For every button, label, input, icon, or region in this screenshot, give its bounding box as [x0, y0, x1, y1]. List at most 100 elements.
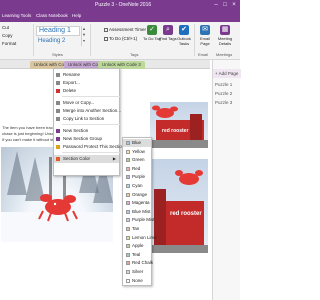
menu-item-move-copy[interactable]: Move or Copy...	[54, 99, 119, 107]
format-painter-button[interactable]: Format	[2, 40, 16, 48]
color-option-label: Cyan	[132, 183, 143, 188]
color-option[interactable]: None	[123, 277, 151, 285]
color-swatch-icon	[126, 252, 130, 257]
color-option-label: Purple	[132, 174, 146, 180]
menu-item-section-color[interactable]: Section Color ▶	[54, 155, 119, 163]
menu-item-new-section[interactable]: New Section	[54, 127, 119, 135]
add-page-button[interactable]: + Add Page	[213, 69, 241, 78]
style-heading2[interactable]: Heading 2	[36, 37, 80, 46]
color-option[interactable]: Purple	[123, 173, 151, 181]
color-option[interactable]: Red	[123, 165, 151, 173]
color-option[interactable]: Teal	[123, 251, 151, 259]
color-option[interactable]: Blue Mist	[123, 208, 151, 216]
title-bar: Puzzle 3 - OneNote 2016 – □ ×	[0, 0, 240, 10]
clipboard-group: Cut Copy Format	[2, 24, 16, 48]
color-option-label: Blue	[132, 140, 142, 145]
restaurant-sign: red rooster	[170, 211, 202, 217]
section-color-submenu: Blue Yellow Green Red Purple Cyan Orange Magent…	[122, 137, 157, 286]
merge-icon	[56, 109, 60, 113]
page-list-item[interactable]: Puzzle 3	[215, 100, 232, 105]
color-option[interactable]: Purple Mist	[123, 216, 155, 224]
tab-class-notebook[interactable]: Class Notebook	[36, 13, 68, 18]
checkbox-icon	[104, 36, 108, 41]
color-option[interactable]: Magenta	[123, 199, 151, 207]
close-button[interactable]: ×	[230, 1, 238, 9]
ribbon: Cut Copy Format Heading 1 Heading 2 ▲ ▼ ▾ …	[0, 22, 240, 60]
color-swatch-icon	[126, 261, 130, 266]
menu-item-delete[interactable]: Delete	[54, 87, 119, 95]
chevron-right-icon: ▶	[112, 156, 116, 161]
color-option-label: Orange	[132, 191, 148, 197]
color-option[interactable]: Silver	[123, 268, 151, 276]
restaurant-photo[interactable]: red rooster	[150, 159, 208, 253]
meeting-icon: ▦	[220, 25, 230, 35]
tags-group-label: Tags	[130, 52, 139, 57]
tree	[7, 151, 27, 195]
road	[150, 245, 208, 253]
delete-icon	[56, 89, 60, 93]
find-tags-icon: ⌕	[163, 25, 173, 35]
color-option[interactable]: Green	[123, 156, 151, 164]
color-option[interactable]: Blue	[123, 139, 151, 148]
link-icon	[56, 117, 60, 121]
color-swatch-icon	[126, 209, 130, 214]
window-title: Puzzle 3 - OneNote 2016	[95, 2, 152, 8]
color-swatch-icon	[126, 244, 130, 249]
page-paragraph[interactable]: chase is just beginning! Unscramble ...	[2, 131, 58, 136]
color-option-label: None	[132, 277, 143, 283]
color-swatch-icon	[126, 218, 130, 223]
styles-scroll-icon[interactable]: ▲ ▼ ▾	[81, 26, 86, 46]
maximize-button[interactable]: □	[221, 1, 229, 9]
color-swatch-icon	[126, 192, 130, 197]
page-paragraph[interactable]: If you can't make it without stumbling .…	[2, 137, 58, 142]
restaurant-photo[interactable]: red rooster	[150, 102, 208, 148]
menu-item-export[interactable]: Export...	[54, 79, 119, 87]
color-option-label: Blue Mist	[132, 208, 151, 214]
page-list-item[interactable]: Puzzle 1	[215, 82, 232, 87]
menu-item-password[interactable]: Password Protect This Section...	[54, 143, 128, 151]
email-icon: ✉	[200, 25, 210, 35]
road	[150, 140, 208, 148]
color-swatch-icon	[126, 201, 130, 206]
color-option[interactable]: Red Chalk	[123, 259, 154, 267]
page-paragraph[interactable]: The item you have been tracked was ...	[2, 125, 58, 130]
menu-item-copy-link[interactable]: Copy Link to Section	[54, 115, 119, 123]
color-option[interactable]: Tan	[123, 225, 151, 233]
color-option-label: Red Chalk	[132, 260, 154, 266]
tag-todo[interactable]: To Do (Ctrl+1)	[104, 35, 137, 42]
move-icon	[56, 101, 60, 105]
outlook-tasks-button[interactable]: ✔ Outlook Tasks	[175, 25, 193, 51]
color-option-label: Red	[132, 165, 141, 171]
color-swatch-icon	[126, 235, 130, 240]
color-option[interactable]: Lemon Lime	[123, 234, 157, 242]
minimize-button[interactable]: –	[212, 1, 220, 9]
checkbox-icon	[104, 27, 108, 32]
lock-icon	[56, 145, 60, 149]
menu-item-rename[interactable]: Rename	[54, 71, 119, 79]
meeting-details-button[interactable]: ▦ Meeting Details	[216, 25, 234, 51]
menu-divider	[62, 152, 120, 153]
rename-icon	[56, 73, 60, 77]
tab-learning-tools[interactable]: Learning Tools	[2, 13, 31, 18]
tab-help[interactable]: Help	[72, 13, 81, 18]
color-swatch-icon	[126, 278, 130, 283]
style-heading1[interactable]: Heading 1	[36, 26, 80, 36]
color-option[interactable]: Apple	[123, 242, 151, 250]
ribbon-divider	[90, 24, 91, 56]
ribbon-divider	[33, 24, 34, 56]
copy-button[interactable]: Copy	[2, 32, 16, 40]
meetings-group-label: Meetings	[216, 52, 233, 57]
cut-button[interactable]: Cut	[2, 24, 16, 32]
email-page-button[interactable]: ✉ Email Page	[196, 25, 214, 51]
color-option[interactable]: Yellow	[123, 148, 151, 156]
page-list-item[interactable]: Puzzle 2	[215, 91, 232, 96]
red-lobster-icon	[175, 170, 203, 185]
outlook-tasks-icon: ✔	[179, 25, 189, 35]
menu-item-merge[interactable]: Merge into Another Section...	[54, 107, 121, 115]
color-option-label: Purple Mist	[132, 217, 155, 223]
color-option-label: Silver	[132, 269, 144, 274]
color-option-label: Yellow	[132, 148, 145, 154]
color-option[interactable]: Orange	[123, 191, 151, 199]
menu-item-new-section-group[interactable]: New Section Group	[54, 135, 119, 143]
color-option[interactable]: Cyan	[123, 182, 151, 190]
